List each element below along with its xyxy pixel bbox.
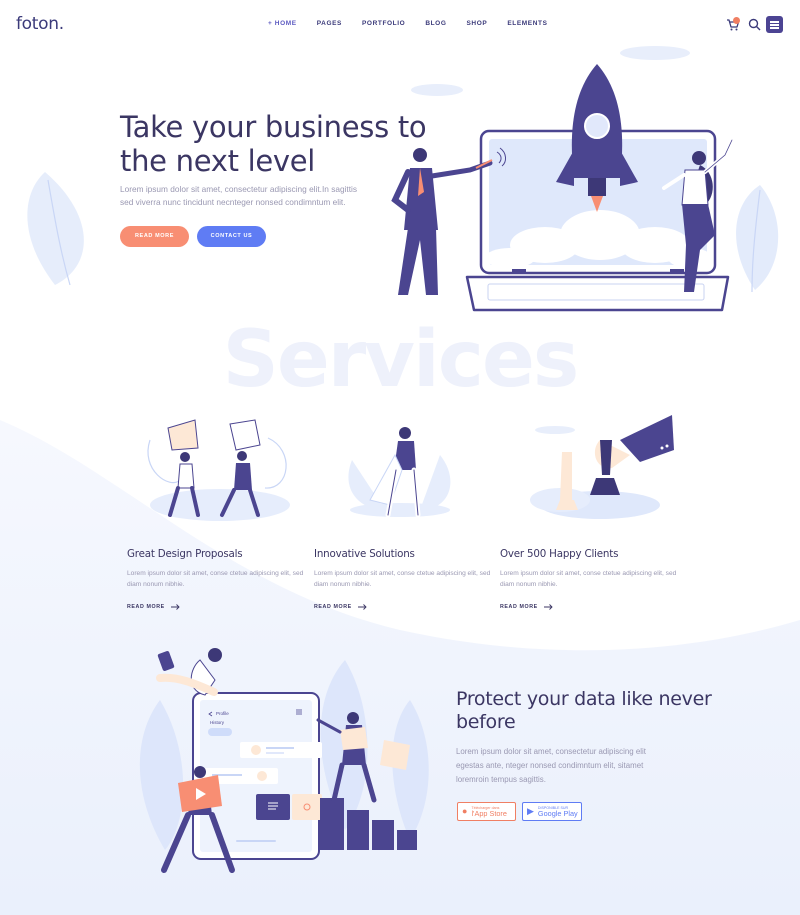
apple-icon: ● <box>462 806 468 816</box>
read-more-label: READ MORE <box>127 604 165 610</box>
hero-illustration <box>391 64 734 312</box>
innovative-solutions-illustration <box>348 427 451 518</box>
read-more-label: READ MORE <box>314 604 352 610</box>
site-header: foton. + HOME PAGES PORTFOLIO BLOG SHOP … <box>0 0 800 50</box>
nav-portfolio[interactable]: PORTFOLIO <box>362 20 405 27</box>
arrow-right-icon <box>357 604 367 610</box>
read-more-button[interactable]: READ MORE <box>120 226 189 247</box>
logo[interactable]: foton. <box>16 14 64 34</box>
service-card-clients: Over 500 Happy Clients Lorem ipsum dolor… <box>500 548 680 610</box>
history-label: History <box>210 720 225 725</box>
app-store-label: l'App Store <box>471 808 507 818</box>
nav-elements[interactable]: ELEMENTS <box>507 20 547 27</box>
protect-text: Lorem ipsum dolor sit amet, consectetur … <box>456 747 646 784</box>
nav-home[interactable]: + HOME <box>268 20 297 27</box>
service-title: Great Design Proposals <box>127 548 243 560</box>
profile-label: Profile <box>216 711 229 716</box>
protect-data-illustration: Profile History <box>139 648 429 873</box>
menu-icon[interactable] <box>766 16 783 33</box>
service-card-design: Great Design Proposals Lorem ipsum dolor… <box>127 548 307 610</box>
service-title: Innovative Solutions <box>314 548 415 560</box>
search-icon[interactable] <box>748 18 761 31</box>
service-read-more-link[interactable]: READ MORE <box>127 604 307 610</box>
play-icon: ▶ <box>527 806 534 816</box>
arrow-right-icon <box>543 604 553 610</box>
service-read-more-link[interactable]: READ MORE <box>500 604 680 610</box>
design-proposals-illustration <box>147 419 290 521</box>
main-nav: + HOME PAGES PORTFOLIO BLOG SHOP ELEMENT… <box>268 20 568 27</box>
arrow-right-icon <box>170 604 180 610</box>
nav-blog[interactable]: BLOG <box>425 20 446 27</box>
read-more-label: READ MORE <box>500 604 538 610</box>
nav-shop[interactable]: SHOP <box>467 20 488 27</box>
service-text: Lorem ipsum dolor sit amet, conse ctetue… <box>314 570 491 588</box>
google-play-label: Google Play <box>537 808 578 818</box>
service-card-innovative: Innovative Solutions Lorem ipsum dolor s… <box>314 548 494 610</box>
contact-us-button[interactable]: CONTACT US <box>197 226 266 247</box>
nav-pages[interactable]: PAGES <box>317 20 342 27</box>
protect-title: Protect your data like never before <box>456 688 712 733</box>
service-read-more-link[interactable]: READ MORE <box>314 604 494 610</box>
service-text: Lorem ipsum dolor sit amet, conse ctetue… <box>127 570 304 588</box>
app-store-button[interactable]: ● Télécharger dans l'App Store <box>457 802 516 821</box>
hero-text: Lorem ipsum dolor sit amet, consectetur … <box>120 184 358 207</box>
happy-clients-illustration <box>530 415 674 519</box>
cart-badge <box>733 17 740 24</box>
google-play-button[interactable]: ▶ DISPONIBLE SUR Google Play <box>522 802 582 821</box>
services-background-title: Services <box>222 315 580 405</box>
service-title: Over 500 Happy Clients <box>500 548 619 560</box>
service-text: Lorem ipsum dolor sit amet, conse ctetue… <box>500 570 677 588</box>
